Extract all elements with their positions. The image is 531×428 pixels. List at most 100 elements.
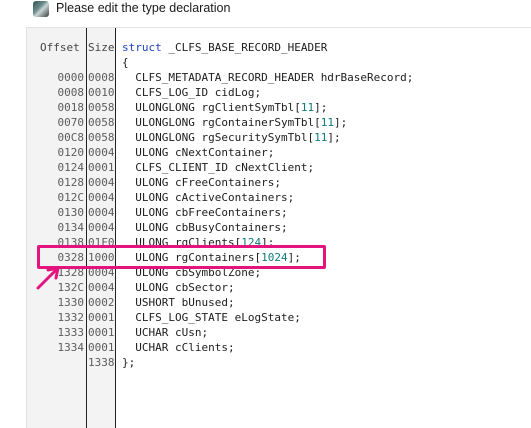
field-declaration[interactable]: ULONGLONG rgContainerSymTbl[11]; xyxy=(122,115,347,130)
field-name: hdrBaseRecord; xyxy=(320,71,414,84)
field-size: 0004 xyxy=(88,146,115,159)
field-name: cUsn; xyxy=(174,326,209,339)
field-name: cidLog; xyxy=(214,86,262,99)
field-row[interactable]: 0008 0010 CLFS_LOG_ID cidLog; xyxy=(27,85,531,100)
field-row[interactable]: 0120 0004 ULONG cNextContainer; xyxy=(27,145,531,160)
array-dimension: 11 xyxy=(320,116,334,129)
arrow-annotation xyxy=(36,266,60,290)
field-type: CLFS_LOG_STATE xyxy=(122,311,235,324)
struct-declaration-line[interactable]: struct _CLFS_BASE_RECORD_HEADER xyxy=(27,40,531,55)
field-size: 0001 xyxy=(88,311,115,324)
end-size: 1338 xyxy=(88,356,115,369)
field-name: rgContainerSymTbl[ xyxy=(201,116,321,129)
field-name: cClients; xyxy=(174,341,235,354)
field-type: ULONGLONG xyxy=(122,131,202,144)
field-size: 0004 xyxy=(88,176,115,189)
field-size: 0001 xyxy=(88,341,115,354)
field-declaration[interactable]: CLFS_CLIENT_ID cNextClient; xyxy=(122,160,314,175)
field-row[interactable]: 0130 0004 ULONG cbFreeContainers; xyxy=(27,205,531,220)
field-declaration[interactable]: ULONG cbFreeContainers; xyxy=(122,205,288,220)
field-declaration[interactable]: USHORT bUnused; xyxy=(122,295,235,310)
field-name: eLogState; xyxy=(234,311,301,324)
field-name: cbSector; xyxy=(174,281,235,294)
field-type: USHORT xyxy=(122,296,182,309)
field-type: ULONG xyxy=(122,281,175,294)
field-row[interactable]: 0070 0058 ULONGLONG rgContainerSymTbl[11]… xyxy=(27,115,531,130)
field-row[interactable]: 132C 0004 ULONG cbSector; xyxy=(27,280,531,295)
field-declaration[interactable]: CLFS_LOG_STATE eLogState; xyxy=(122,310,301,325)
field-row[interactable]: 1330 0002 USHORT bUnused; xyxy=(27,295,531,310)
field-size: 0058 xyxy=(88,116,115,129)
struct-declaration[interactable]: struct _CLFS_BASE_RECORD_HEADER xyxy=(122,40,327,55)
field-name: cbBusyContainers; xyxy=(174,221,288,234)
field-name: rgSecuritySymTbl[ xyxy=(201,131,315,144)
brace-close-line[interactable]: 1338 }; xyxy=(27,355,531,370)
field-size: 0004 xyxy=(88,281,115,294)
field-row[interactable]: 00C8 0058 ULONGLONG rgSecuritySymTbl[11]; xyxy=(27,130,531,145)
field-row[interactable]: 1334 0001 UCHAR cClients; xyxy=(27,340,531,355)
array-dimension: 11 xyxy=(314,131,328,144)
field-offset: 1334 xyxy=(57,341,85,354)
brace-open: { xyxy=(122,56,129,69)
highlight-box xyxy=(37,245,326,269)
field-size: 0002 xyxy=(88,296,115,309)
field-size: 0010 xyxy=(88,86,115,99)
field-row[interactable]: 0128 0004 ULONG cFreeContainers; xyxy=(27,175,531,190)
field-name: cActiveContainers; xyxy=(174,191,295,204)
field-type: UCHAR xyxy=(122,341,175,354)
field-row[interactable]: 0018 0058 ULONGLONG rgClientSymTbl[11]; xyxy=(27,100,531,115)
field-type: CLFS_METADATA_RECORD_HEADER xyxy=(122,71,321,84)
field-offset: 1333 xyxy=(57,326,85,339)
field-name: cNextClient; xyxy=(234,161,315,174)
field-declaration[interactable]: ULONGLONG rgClientSymTbl[11]; xyxy=(122,100,327,115)
field-name: cNextContainer; xyxy=(174,146,275,159)
field-size: 0058 xyxy=(88,131,115,144)
field-declaration[interactable]: CLFS_LOG_ID cidLog; xyxy=(122,85,261,100)
field-declaration[interactable]: UCHAR cUsn; xyxy=(122,325,208,340)
type-declaration-editor[interactable]: Offset Size struct _CLFS_BASE_RECORD_HEA… xyxy=(26,27,531,428)
field-type: ULONGLONG xyxy=(122,116,202,129)
field-declaration[interactable]: ULONG cActiveContainers; xyxy=(122,190,294,205)
field-type: ULONGLONG xyxy=(122,101,202,114)
field-offset: 1332 xyxy=(57,311,85,324)
field-name: cFreeContainers; xyxy=(174,176,281,189)
brace-close: }; xyxy=(122,356,136,369)
field-declaration[interactable]: CLFS_METADATA_RECORD_HEADER hdrBaseRecor… xyxy=(122,70,413,85)
field-declaration[interactable]: ULONG cbSector; xyxy=(122,280,235,295)
field-row[interactable]: 012C 0004 ULONG cActiveContainers; xyxy=(27,190,531,205)
brace-open-line[interactable]: { xyxy=(27,55,531,70)
field-type: ULONG xyxy=(122,206,175,219)
field-name: cbFreeContainers; xyxy=(174,206,288,219)
field-type: ULONG xyxy=(122,176,175,189)
field-declaration[interactable]: ULONG cNextContainer; xyxy=(122,145,274,160)
field-type: CLFS_LOG_ID xyxy=(122,86,215,99)
field-size: 0004 xyxy=(88,206,115,219)
field-size: 0001 xyxy=(88,161,115,174)
field-tail: ]; xyxy=(333,116,348,129)
field-name: bUnused; xyxy=(181,296,235,309)
field-declaration[interactable]: UCHAR cClients; xyxy=(122,340,235,355)
window-title: Please edit the type declaration xyxy=(56,1,231,15)
array-dimension: 11 xyxy=(300,101,315,114)
field-row[interactable]: 0000 0008 CLFS_METADATA_RECORD_HEADER hdr… xyxy=(27,70,531,85)
field-declaration[interactable]: ULONGLONG rgSecuritySymTbl[11]; xyxy=(122,130,341,145)
field-type: ULONG xyxy=(122,221,175,234)
field-type: ULONG xyxy=(122,146,175,159)
field-tail: ]; xyxy=(327,131,341,144)
field-row[interactable]: 0124 0001 CLFS_CLIENT_ID cNextClient; xyxy=(27,160,531,175)
struct-name: _CLFS_BASE_RECORD_HEADER xyxy=(168,41,328,54)
field-row[interactable]: 0134 0004 ULONG cbBusyContainers; xyxy=(27,220,531,235)
field-size: 0001 xyxy=(88,326,115,339)
field-declaration[interactable]: ULONG cFreeContainers; xyxy=(122,175,281,190)
field-type: UCHAR xyxy=(122,326,175,339)
field-tail: ]; xyxy=(314,101,328,114)
field-size: 0008 xyxy=(88,71,115,84)
field-size: 0004 xyxy=(88,191,115,204)
field-row[interactable]: 1332 0001 CLFS_LOG_STATE eLogState; xyxy=(27,310,531,325)
field-type: CLFS_CLIENT_ID xyxy=(122,161,235,174)
field-size: 0058 xyxy=(88,101,115,114)
field-declaration[interactable]: ULONG cbBusyContainers; xyxy=(122,220,288,235)
field-name: rgClientSymTbl[ xyxy=(201,101,301,114)
field-type: ULONG xyxy=(122,191,175,204)
field-row[interactable]: 1333 0001 UCHAR cUsn; xyxy=(27,325,531,340)
